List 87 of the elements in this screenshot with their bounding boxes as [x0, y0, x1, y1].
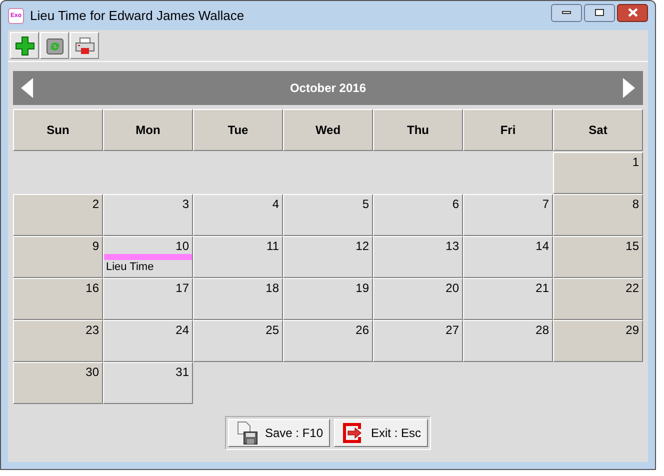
day-cell[interactable]: 26	[283, 320, 373, 362]
toolbar-button[interactable]	[40, 32, 69, 59]
day-cell[interactable]: 18	[193, 278, 283, 320]
save-button[interactable]: Save : F10	[228, 419, 330, 447]
day-number: 9	[92, 238, 100, 254]
day-number: 10	[176, 238, 190, 254]
day-number: 15	[626, 238, 640, 254]
day-cell[interactable]: 1	[553, 152, 643, 194]
day-cell[interactable]: 19	[283, 278, 373, 320]
weekday-header: Wed	[283, 109, 373, 151]
day-cell[interactable]: 5	[283, 194, 373, 236]
day-number: 5	[362, 196, 370, 212]
save-icon	[234, 421, 259, 445]
day-cell[interactable]: 28	[463, 320, 553, 362]
day-number: 31	[176, 364, 190, 380]
day-number: 4	[272, 196, 280, 212]
day-cell[interactable]: 13	[373, 236, 463, 278]
day-number: 18	[266, 280, 280, 296]
day-cell[interactable]: 21	[463, 278, 553, 320]
printer-icon	[74, 36, 94, 56]
day-number: 20	[446, 280, 460, 296]
day-number: 27	[446, 322, 460, 338]
day-number: 22	[626, 280, 640, 296]
window-title: Lieu Time for Edward James Wallace	[30, 6, 244, 25]
day-number: 13	[446, 238, 460, 254]
day-cell[interactable]: 22	[553, 278, 643, 320]
weekday-header: Mon	[103, 109, 193, 151]
day-cell[interactable]: 6	[373, 194, 463, 236]
day-number: 21	[536, 280, 550, 296]
day-number: 19	[356, 280, 370, 296]
toolbar-button[interactable]	[70, 32, 99, 59]
day-cell[interactable]: 27	[373, 320, 463, 362]
weekday-header: Thu	[373, 109, 463, 151]
day-number: 26	[356, 322, 370, 338]
day-number: 25	[266, 322, 280, 338]
day-cell[interactable]: 30	[13, 362, 103, 404]
day-cell[interactable]: 25	[193, 320, 283, 362]
day-cell[interactable]: 10 Lieu Time	[103, 236, 193, 278]
day-number: 14	[536, 238, 550, 254]
day-cell[interactable]: 24	[103, 320, 193, 362]
day-cell[interactable]: 4	[193, 194, 283, 236]
previous-month-button[interactable]	[21, 78, 33, 98]
day-number: 2	[92, 196, 100, 212]
close-icon	[628, 8, 638, 17]
close-button[interactable]	[617, 4, 648, 22]
day-number: 17	[176, 280, 190, 296]
day-cell[interactable]: 14	[463, 236, 553, 278]
day-number: 29	[626, 322, 640, 338]
day-cell[interactable]: 12	[283, 236, 373, 278]
day-number: 11	[266, 238, 280, 254]
day-number: 23	[86, 322, 100, 338]
weekday-header: Sat	[553, 109, 643, 151]
next-month-button[interactable]	[623, 78, 635, 98]
day-cell[interactable]: 3	[103, 194, 193, 236]
day-cell[interactable]: 31	[103, 362, 193, 404]
exit-button[interactable]: Exit : Esc	[334, 419, 428, 447]
day-cell[interactable]: 2	[13, 194, 103, 236]
day-cell[interactable]: 20	[373, 278, 463, 320]
month-title: October 2016	[288, 80, 368, 97]
event-label: Lieu Time	[105, 260, 155, 274]
day-cell[interactable]: 23	[13, 320, 103, 362]
refresh-icon	[44, 36, 64, 56]
day-number: 16	[86, 280, 100, 296]
day-cell[interactable]: 17	[103, 278, 193, 320]
day-number: 24	[176, 322, 190, 338]
day-cell[interactable]: 29	[553, 320, 643, 362]
day-number: 6	[452, 196, 460, 212]
day-cell[interactable]: 8	[553, 194, 643, 236]
day-cell[interactable]: 15	[553, 236, 643, 278]
day-number: 3	[182, 196, 190, 212]
day-cell[interactable]: 11	[193, 236, 283, 278]
weekday-header: Tue	[193, 109, 283, 151]
plus-icon	[14, 36, 34, 56]
day-number: 12	[356, 238, 370, 254]
maximize-button[interactable]	[584, 4, 615, 22]
day-number: 7	[542, 196, 550, 212]
day-number: 30	[86, 364, 100, 380]
day-number: 1	[632, 154, 640, 170]
minimize-button[interactable]	[551, 4, 582, 22]
day-cell[interactable]: 9	[13, 236, 103, 278]
day-cell[interactable]: 16	[13, 278, 103, 320]
weekday-header: Sun	[13, 109, 103, 151]
toolbar-button[interactable]	[10, 32, 39, 59]
day-number: 8	[632, 196, 640, 212]
day-cell[interactable]: 7	[463, 194, 553, 236]
weekday-header: Fri	[463, 109, 553, 151]
day-number: 28	[536, 322, 550, 338]
